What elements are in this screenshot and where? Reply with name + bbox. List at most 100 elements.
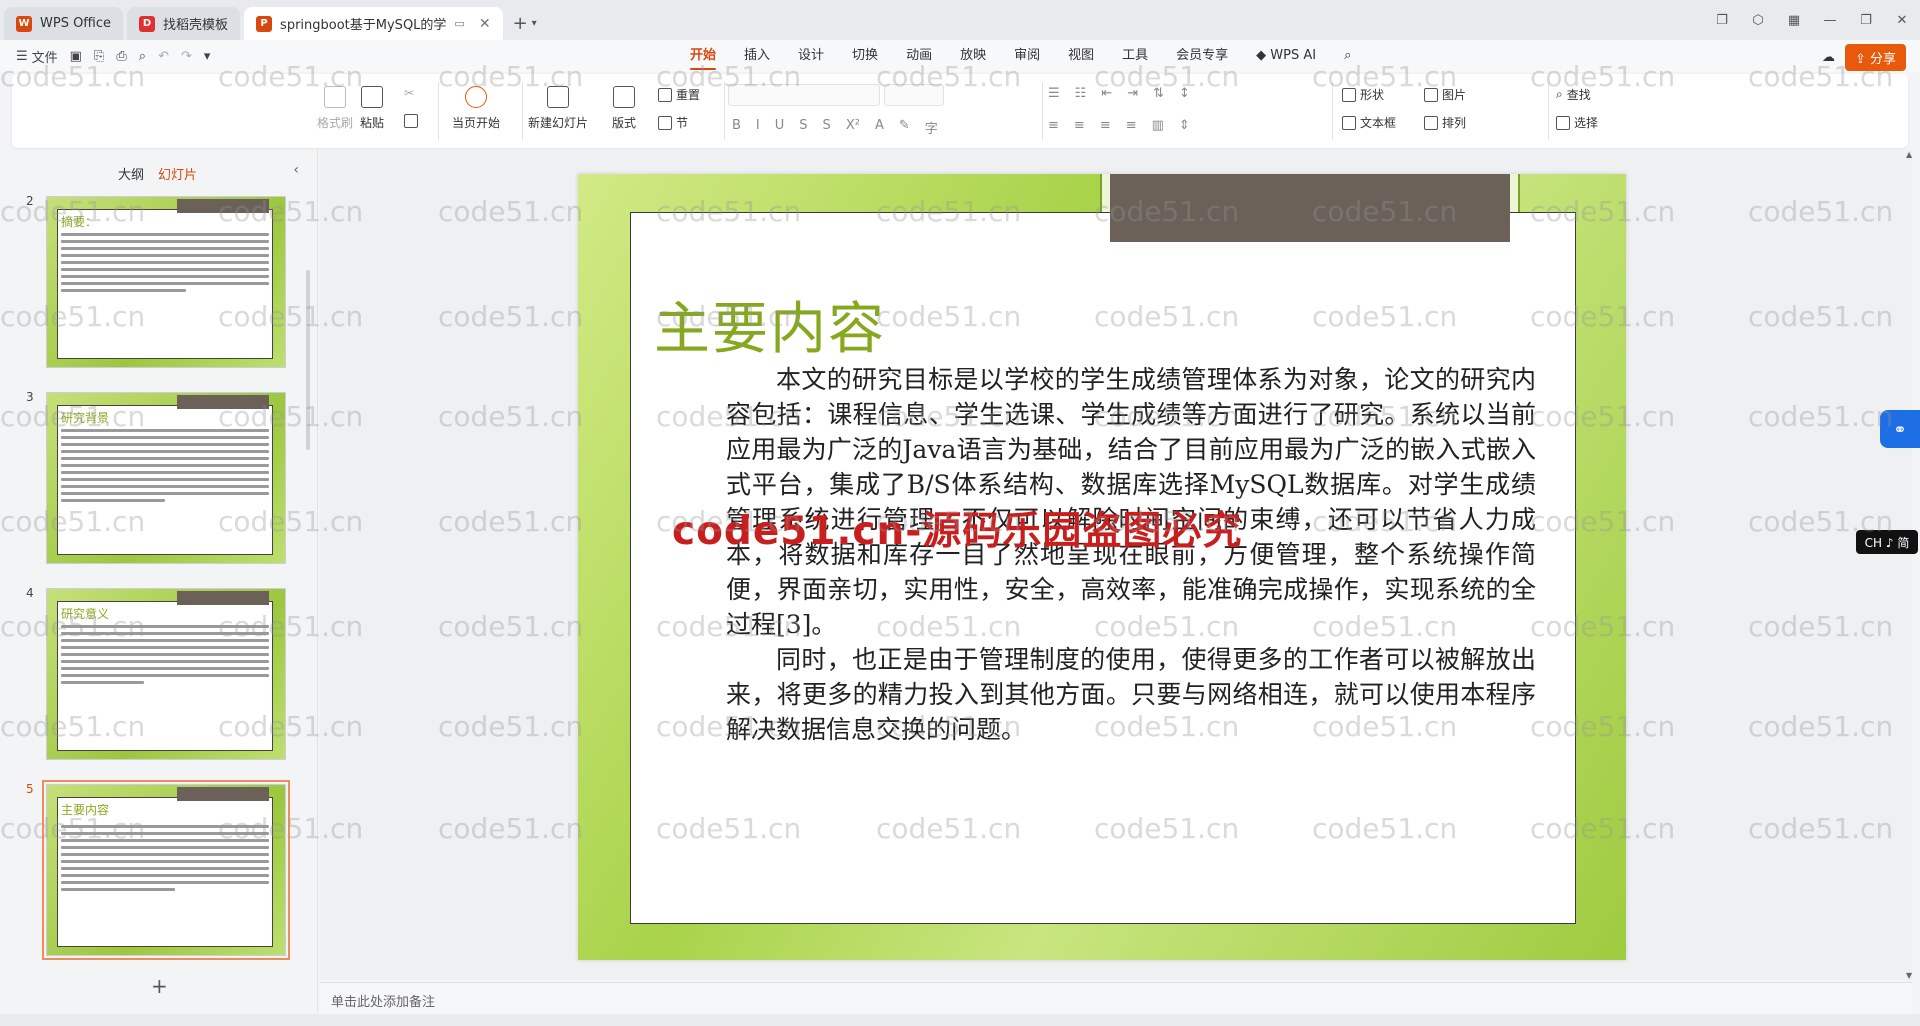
restore-icon[interactable]: ❐ bbox=[1848, 13, 1884, 28]
save-icon[interactable]: ▣ bbox=[70, 49, 82, 64]
line-spacing-icon[interactable]: ↕ bbox=[1179, 86, 1190, 101]
scroll-down-icon[interactable]: ▼ bbox=[1906, 971, 1912, 980]
copy-button[interactable] bbox=[404, 114, 418, 128]
thumb-title: 主要内容 bbox=[61, 803, 110, 817]
italic-icon[interactable]: I bbox=[756, 118, 760, 137]
indent-decrease-icon[interactable]: ⇤ bbox=[1101, 86, 1112, 101]
tab-home[interactable]: 开始 bbox=[676, 40, 730, 72]
align-center-icon[interactable]: ≡ bbox=[1074, 118, 1085, 133]
shadow-icon[interactable]: S bbox=[823, 118, 831, 137]
close-window-icon[interactable]: ✕ bbox=[1884, 13, 1920, 28]
title-bar: W WPS Office D 找稻壳模板 P springboot基于MySQL… bbox=[0, 0, 1920, 40]
font-color-icon[interactable]: A bbox=[875, 118, 884, 137]
add-slide-button[interactable]: + bbox=[151, 974, 168, 998]
close-tab-icon[interactable]: ✕ bbox=[479, 16, 491, 32]
print-icon[interactable]: ⎙ bbox=[116, 49, 126, 64]
tab-slideshow[interactable]: 放映 bbox=[946, 40, 1000, 72]
tab-transition[interactable]: 切换 bbox=[838, 40, 892, 72]
justify-icon[interactable]: ≡ bbox=[1126, 118, 1137, 133]
format-painter-button[interactable]: 格式刷 bbox=[317, 86, 353, 131]
align-right-icon[interactable]: ≡ bbox=[1100, 118, 1111, 133]
section-button[interactable]: 节 bbox=[658, 114, 688, 131]
tab-document[interactable]: P springboot基于MySQL的学 ▭ ✕ bbox=[244, 7, 503, 40]
box-icon[interactable]: ⬡ bbox=[1740, 13, 1776, 28]
numbering-icon[interactable]: ☷ bbox=[1075, 86, 1087, 101]
current-slide[interactable]: 主要内容 本文的研究目标是以学校的学生成绩管理体系为对象，论文的研究内容包括：课… bbox=[578, 174, 1626, 960]
window-icon[interactable]: ❐ bbox=[1704, 13, 1740, 28]
align-left-icon[interactable]: ≡ bbox=[1048, 118, 1059, 133]
tab-view[interactable]: 视图 bbox=[1054, 40, 1108, 72]
hamburger-icon[interactable]: ☰ bbox=[16, 49, 28, 64]
font-size-select[interactable] bbox=[884, 84, 944, 106]
underline-icon[interactable]: U bbox=[775, 118, 785, 137]
template-logo-icon: D bbox=[139, 15, 156, 32]
tab-review[interactable]: 审阅 bbox=[1000, 40, 1054, 72]
minimize-icon[interactable]: — bbox=[1812, 13, 1848, 28]
share-button[interactable]: ⇪ 分享 bbox=[1844, 44, 1906, 71]
new-slide-button[interactable]: 新建幻灯片 bbox=[528, 86, 588, 131]
notes-pane[interactable]: 单击此处添加备注 bbox=[320, 982, 1912, 1014]
columns-icon[interactable]: ▥ bbox=[1152, 118, 1164, 133]
tab-slides[interactable]: 幻灯片 bbox=[158, 164, 197, 183]
scroll-up-icon[interactable]: ▲ bbox=[1906, 150, 1912, 159]
textbox-button[interactable]: 文本框 bbox=[1342, 114, 1396, 131]
wps-logo-icon: W bbox=[16, 15, 32, 32]
highlight-icon[interactable]: ✎ bbox=[899, 118, 910, 137]
vertical-align-icon[interactable]: ⇕ bbox=[1179, 118, 1190, 133]
play-from-current-button[interactable]: 当页开始 bbox=[452, 86, 500, 131]
select-button[interactable]: 选择 bbox=[1556, 114, 1598, 131]
chevron-left-icon[interactable]: ‹ bbox=[293, 162, 299, 178]
wps-ai-button[interactable]: ◆ WPS AI bbox=[1242, 40, 1330, 72]
vertical-scrollbar[interactable]: ▲ ▼ bbox=[1906, 150, 1914, 980]
thumb-title: 研究背景 bbox=[61, 411, 110, 425]
tab-outline[interactable]: 大纲 bbox=[118, 164, 144, 183]
layout-button[interactable]: 版式 bbox=[612, 86, 636, 131]
export-icon[interactable]: ⎘ bbox=[94, 49, 104, 64]
panel-scrollbar[interactable] bbox=[306, 270, 310, 450]
bullets-icon[interactable]: ☰ bbox=[1048, 86, 1060, 101]
superscript-icon[interactable]: X² bbox=[846, 118, 860, 137]
new-tab-button[interactable]: + ▾ bbox=[513, 7, 537, 40]
strike-icon[interactable]: S bbox=[799, 118, 807, 137]
bold-icon[interactable]: B bbox=[732, 118, 741, 137]
slide-thumbnail-5[interactable]: 主要内容 bbox=[42, 780, 290, 960]
tab-tools[interactable]: 工具 bbox=[1108, 40, 1162, 72]
link-icon: ⚭ bbox=[1893, 419, 1907, 439]
text-direction-icon[interactable]: ⇅ bbox=[1153, 86, 1164, 101]
cut-button[interactable]: ✂ bbox=[404, 86, 414, 100]
screen-icon[interactable]: ▭ bbox=[454, 17, 464, 30]
cloud-icon[interactable]: ☁ bbox=[1822, 50, 1835, 65]
tab-label: 找稻壳模板 bbox=[163, 18, 229, 33]
more-icon[interactable]: ▾ bbox=[204, 49, 211, 64]
slide-thumbnail-2[interactable]: 摘要： bbox=[46, 196, 286, 368]
slide-thumbnail-3[interactable]: 研究背景 bbox=[46, 392, 286, 564]
select-icon bbox=[1556, 115, 1570, 130]
preview-icon[interactable]: ⌕ bbox=[139, 49, 146, 64]
paste-button[interactable]: 粘贴 bbox=[360, 86, 384, 131]
slide-thumbnail-4[interactable]: 研究意义 bbox=[46, 588, 286, 760]
undo-icon[interactable]: ↶ bbox=[158, 49, 169, 64]
file-menu[interactable]: 文件 bbox=[32, 47, 58, 66]
shape-button[interactable]: 形状 bbox=[1342, 86, 1384, 103]
tab-template[interactable]: D 找稻壳模板 bbox=[127, 7, 241, 40]
slide-decoration-bar bbox=[1110, 174, 1510, 242]
tab-design[interactable]: 设计 bbox=[784, 40, 838, 72]
reset-button[interactable]: 重置 bbox=[658, 86, 700, 103]
floating-assistant-button[interactable]: ⚭ bbox=[1880, 410, 1920, 448]
char-spacing-icon[interactable]: 字 bbox=[925, 118, 938, 137]
format-buttons: B I U S S X² A ✎ 字 bbox=[732, 118, 938, 137]
tab-member[interactable]: 会员专享 bbox=[1162, 40, 1242, 72]
search-icon[interactable]: ⌕ bbox=[1330, 40, 1365, 72]
picture-button[interactable]: 图片 bbox=[1424, 86, 1466, 103]
tab-animation[interactable]: 动画 bbox=[892, 40, 946, 72]
font-name-select[interactable] bbox=[728, 84, 880, 106]
find-button[interactable]: ⌕ 查找 bbox=[1556, 86, 1591, 103]
redo-icon[interactable]: ↷ bbox=[181, 49, 192, 64]
tab-insert[interactable]: 插入 bbox=[730, 40, 784, 72]
indent-increase-icon[interactable]: ⇥ bbox=[1127, 86, 1138, 101]
avatar[interactable]: ▦ bbox=[1776, 13, 1812, 28]
slide-title[interactable]: 主要内容 bbox=[654, 284, 886, 365]
tab-wps-office[interactable]: W WPS Office bbox=[4, 7, 124, 40]
arrange-button[interactable]: 排列 bbox=[1424, 114, 1466, 131]
shape-icon bbox=[1342, 87, 1356, 102]
